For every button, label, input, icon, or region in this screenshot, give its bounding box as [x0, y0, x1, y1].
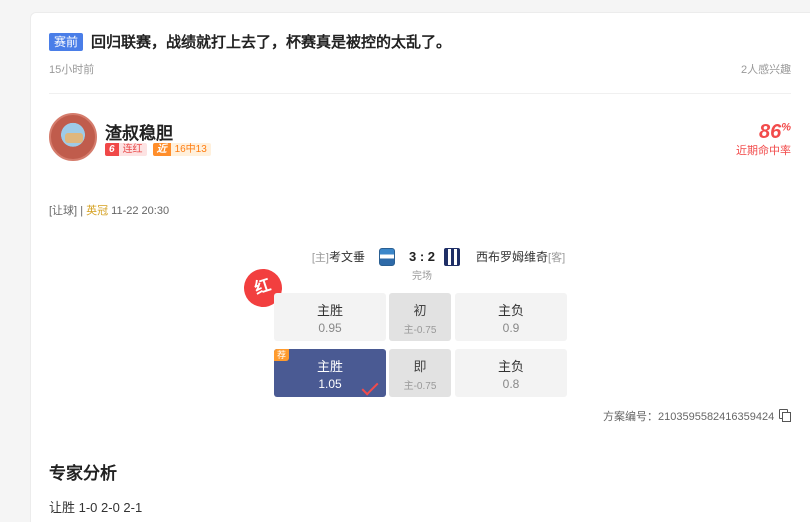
odds-home-lose-current[interactable]: 主负 0.8: [455, 349, 567, 397]
away-crest-icon: [444, 248, 460, 266]
analysis-content: 让胜 1-0 2-0 2-1: [49, 500, 143, 515]
recent-badge: 近 16中13: [152, 143, 211, 156]
copy-icon[interactable]: [779, 409, 791, 422]
home-team-name: 考文垂: [328, 250, 365, 264]
odds-label: 主胜: [316, 303, 343, 318]
line-label: 初: [413, 303, 427, 318]
odds-line-initial: 初 主-0.75: [389, 293, 451, 341]
odds-label: 主胜: [316, 359, 343, 374]
recent-record: 16中13: [170, 143, 211, 156]
post-time: 15小时前: [49, 64, 95, 76]
recommend-tag: 荐: [274, 349, 290, 361]
odds-value: 0.95: [318, 321, 342, 335]
game-info: [让球] | 英冠 11-22 20:30: [49, 202, 169, 218]
odds-home-lose-initial[interactable]: 主负 0.9: [455, 293, 567, 341]
match-status: 完场: [412, 271, 432, 282]
expert-name[interactable]: 渣叔稳胆: [105, 119, 173, 144]
streak-label: 连红: [118, 143, 147, 156]
status-tag: 赛前: [49, 32, 84, 51]
expert-avatar[interactable]: [49, 113, 97, 161]
away-tag: [客]: [548, 252, 566, 264]
hit-rate-unit: %: [781, 121, 791, 134]
odds-label: 主负: [497, 359, 524, 374]
home-crest-icon: [379, 248, 395, 266]
match-datetime: 11-22 20:30: [111, 205, 170, 217]
odds-line-current: 即 主-0.75: [389, 349, 451, 397]
post-header: 赛前 回归联赛，战绩就打上去了，杯赛真是被控的太乱了。: [49, 31, 451, 52]
streak-badge: 6 连红: [105, 143, 147, 156]
interest-count: 2人感兴趣: [741, 64, 792, 76]
home-team[interactable]: [主]考文垂: [273, 248, 365, 265]
line-value: 主-0.75: [403, 381, 437, 392]
post-headline[interactable]: 回归联赛，战绩就打上去了，杯赛真是被控的太乱了。: [91, 31, 451, 52]
league-name[interactable]: 英冠: [86, 205, 108, 217]
plan-number: 方案编号：2103595582416359424: [603, 411, 775, 423]
home-tag: [主]: [311, 252, 329, 264]
line-value: 主-0.75: [403, 325, 437, 336]
separator: |: [80, 205, 84, 217]
match-score: 3 : 2: [408, 249, 435, 264]
analysis-title: 专家分析: [49, 464, 117, 483]
odds-value: 0.8: [502, 377, 520, 391]
odds-value: 0.9: [502, 321, 520, 335]
post-card: 赛前 回归联赛，战绩就打上去了，杯赛真是被控的太乱了。 15小时前 2人感兴趣 …: [30, 12, 810, 522]
recent-key: 近: [152, 143, 171, 156]
bet-type: [让球]: [49, 205, 78, 217]
expert-badges: 6 连红 近 16中13: [105, 143, 217, 156]
hit-rate-label: 近期命中率: [736, 145, 791, 157]
away-team-name: 西布罗姆维奇: [476, 250, 549, 264]
odds-home-win-initial[interactable]: 主胜 0.95: [274, 293, 386, 341]
hit-rate: 86%: [743, 121, 791, 144]
odds-label: 主负: [497, 303, 524, 318]
hit-rate-value: 86: [758, 121, 782, 143]
line-label: 即: [413, 359, 427, 374]
streak-count: 6: [105, 143, 119, 156]
away-team[interactable]: 西布罗姆维奇[客]: [476, 248, 565, 265]
divider: [49, 93, 791, 94]
odds-home-win-current[interactable]: 荐 主胜 1.05: [274, 349, 386, 397]
